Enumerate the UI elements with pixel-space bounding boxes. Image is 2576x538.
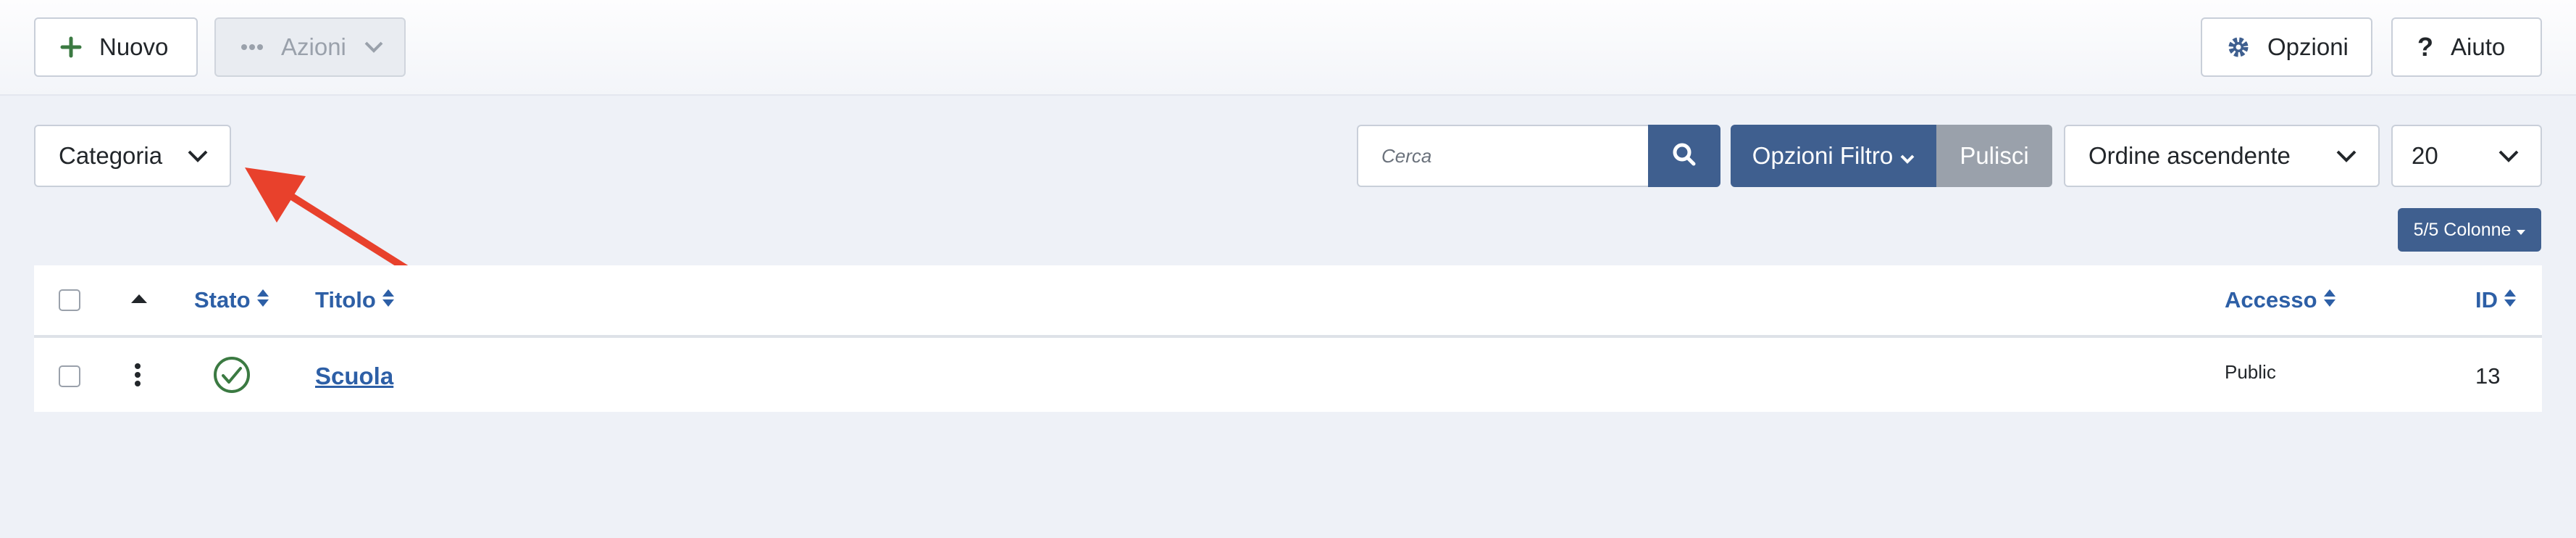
filter-options-button[interactable]: Opzioni Filtro (1731, 125, 1936, 187)
sort-icon (256, 287, 269, 313)
ellipsis-icon (241, 44, 264, 51)
access-header[interactable]: Accesso (2225, 265, 2336, 335)
title-header-label: Titolo (315, 287, 376, 313)
id-value: 13 (2475, 363, 2501, 389)
plus-icon (60, 36, 82, 58)
drag-handle[interactable] (134, 341, 141, 412)
options-button-label: Opzioni (2267, 33, 2349, 60)
ordering-select-label: Ordine ascendente (2088, 142, 2291, 169)
chevron-down-icon (166, 126, 230, 186)
ordering-header[interactable] (131, 265, 147, 335)
vertical-ellipsis-icon (134, 363, 141, 391)
row-checkbox[interactable] (59, 365, 80, 387)
search-icon (1672, 142, 1697, 170)
new-button-label: Nuovo (99, 33, 169, 60)
clear-button[interactable]: Pulisci (1936, 125, 2052, 187)
status-header-label: Stato (194, 287, 251, 313)
ordering-select[interactable]: Ordine ascendente (2064, 125, 2380, 187)
help-button[interactable]: ? Aiuto (2391, 17, 2542, 77)
options-button[interactable]: Opzioni (2201, 17, 2372, 77)
title-cell: Scuola (315, 341, 393, 412)
id-header-label: ID (2475, 287, 2498, 313)
sort-icon (2323, 287, 2336, 313)
search-group (1357, 125, 1720, 187)
sort-icon (2504, 287, 2517, 313)
item-title-link[interactable]: Scuola (315, 363, 393, 390)
id-header[interactable]: ID (2475, 265, 2517, 335)
question-icon: ? (2417, 32, 2433, 62)
items-table: Stato Titolo Accesso ID Scuola Public 13 (34, 265, 2542, 412)
status-header[interactable]: Stato (194, 265, 269, 335)
clear-button-label: Pulisci (1960, 142, 2029, 169)
category-select[interactable]: Categoria (34, 125, 231, 187)
table-header: Stato Titolo Accesso ID (34, 265, 2542, 338)
search-input[interactable] (1357, 125, 1648, 187)
limit-select-label: 20 (2412, 142, 2438, 169)
help-button-label: Aiuto (2451, 33, 2506, 60)
new-button[interactable]: Nuovo (34, 17, 198, 77)
access-value: Public (2225, 361, 2276, 383)
sort-icon (382, 287, 395, 313)
category-select-label: Categoria (59, 142, 163, 169)
search-button[interactable] (1648, 125, 1720, 187)
chevron-down-icon (1900, 142, 1915, 170)
select-all-checkbox[interactable] (59, 289, 80, 311)
toolbar: Nuovo Azioni Opzioni ? Aiuto (0, 0, 2576, 96)
title-header[interactable]: Titolo (315, 265, 395, 335)
limit-select[interactable]: 20 (2391, 125, 2542, 187)
columns-button[interactable]: 5/5 Colonne (2398, 208, 2541, 252)
actions-button-label: Azioni (281, 33, 346, 60)
filter-options-label: Opzioni Filtro (1752, 142, 1894, 169)
columns-button-label: 5/5 Colonne (2413, 219, 2512, 240)
id-cell: 13 (2475, 341, 2500, 412)
access-header-label: Accesso (2225, 287, 2317, 313)
chevron-down-icon (2477, 126, 2541, 186)
annotation-arrow (245, 167, 411, 274)
sort-up-icon (131, 294, 147, 307)
access-cell: Public (2225, 341, 2276, 412)
gear-icon (2227, 36, 2250, 59)
actions-button[interactable]: Azioni (214, 17, 406, 77)
chevron-down-icon (2314, 126, 2378, 186)
row-select-cell (59, 341, 80, 412)
caret-down-icon (2517, 220, 2526, 241)
select-all-cell (59, 265, 80, 335)
chevron-down-icon (364, 41, 384, 54)
table-row: Scuola Public 13 (34, 341, 2542, 412)
check-circle-icon (212, 355, 251, 398)
status-toggle[interactable] (212, 341, 251, 412)
